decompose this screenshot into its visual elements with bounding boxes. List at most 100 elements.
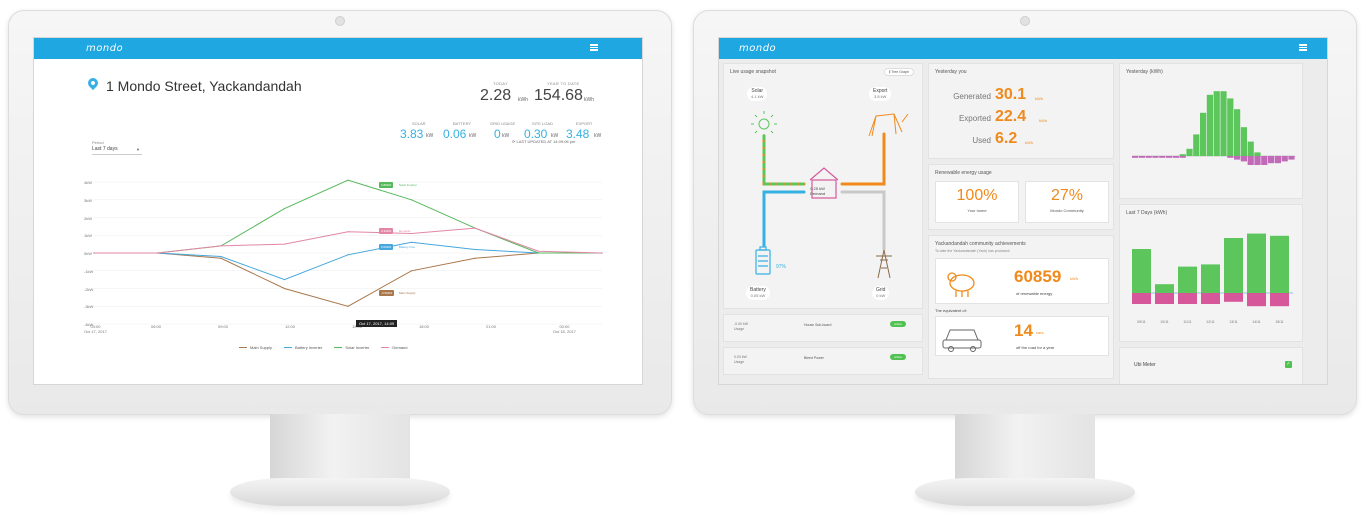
chevron-down-icon: ▼ xyxy=(136,147,140,152)
home-renewable-value: 100% xyxy=(956,187,998,204)
stat-unit: kW xyxy=(594,133,602,139)
bar xyxy=(1201,293,1220,304)
bar xyxy=(1247,156,1254,165)
energy-achievement-tile: 60859 kWh of renewable energy xyxy=(935,258,1109,304)
period-select[interactable]: Last 7 days ▼ xyxy=(92,146,142,155)
used-value: 6.2 xyxy=(995,130,1018,147)
grid-flow-line xyxy=(840,190,886,251)
mondo-logo[interactable]: mondo xyxy=(86,43,123,54)
bar xyxy=(1224,293,1243,302)
card-title: Renewable energy usage xyxy=(935,170,992,176)
bar xyxy=(1261,156,1268,165)
chart-series-tag-label: Battery Inve xyxy=(399,245,416,249)
bar xyxy=(1193,134,1200,156)
device-sub: Usage xyxy=(734,360,745,364)
chart-series-tag-label: Solar Inverter xyxy=(399,183,418,187)
chart-value-tag: 3.86kW xyxy=(379,182,394,188)
app-bar: mondo xyxy=(719,38,1327,59)
bar xyxy=(1247,233,1266,293)
data-point xyxy=(474,227,476,229)
data-point xyxy=(410,199,413,201)
x-tick-label: 10/11 xyxy=(1160,320,1169,324)
bar xyxy=(1138,156,1145,158)
bar xyxy=(1254,156,1261,165)
stat-value: 0.06 xyxy=(443,127,467,141)
bar xyxy=(1132,156,1139,158)
bar xyxy=(1200,112,1207,156)
mondo-logo[interactable]: mondo xyxy=(739,43,776,54)
monitor-base xyxy=(230,478,450,506)
stat-unit: kW xyxy=(502,133,510,139)
menu-icon[interactable] xyxy=(1299,44,1307,51)
achievements-subtitle: To date the Yackandandah (Yack) has prod… xyxy=(935,249,1011,253)
renewable-usage-card: Renewable energy usage 100% Your home 27… xyxy=(928,164,1114,230)
check-icon[interactable]: ✓ xyxy=(1285,361,1292,368)
legend-item-solar-inverter[interactable]: Solar Inverter xyxy=(334,345,369,350)
data-point xyxy=(347,254,349,256)
yesterday-bar-chart[interactable] xyxy=(1120,64,1304,200)
x-tick-label: 14/11 xyxy=(1252,320,1261,324)
ytd-value: 154.68 xyxy=(534,87,583,104)
bar xyxy=(1270,293,1289,307)
legend-item-main-supply[interactable]: Main Supply xyxy=(239,345,272,350)
bar xyxy=(1145,156,1152,158)
x-tick-label: 15/11 xyxy=(1275,320,1284,324)
bar xyxy=(1281,156,1288,162)
bar xyxy=(1234,156,1241,160)
data-point xyxy=(93,252,95,254)
bar xyxy=(1159,156,1166,158)
chart-value-tag: 0.00kW xyxy=(379,244,394,250)
stat-label: SOLAR xyxy=(412,121,426,126)
generated-label: Generated xyxy=(953,92,991,101)
bar xyxy=(1268,156,1275,164)
menu-icon[interactable] xyxy=(590,44,598,51)
data-point xyxy=(283,208,286,210)
legend-item-demand[interactable]: Demand xyxy=(381,345,408,350)
ubi-meter-card[interactable]: Ubi Meter ✓ xyxy=(1119,347,1303,384)
export-node-label: Export 3.8 kW xyxy=(869,87,892,101)
last-updated: ⟳ LAST UPDATED AT 14:09:06 pm xyxy=(512,139,576,144)
week-bar-chart[interactable]: 09/11 10/11 11/11 12/11 13/11 14/11 15/11 xyxy=(1120,205,1304,343)
device-name: Bleed Power xyxy=(804,356,824,360)
bar xyxy=(1224,238,1243,293)
data-point xyxy=(347,305,349,307)
bar xyxy=(1132,249,1151,293)
bar xyxy=(1240,127,1247,156)
left-screen: mondo 1 Mondo Street, Yackandandah TODAY… xyxy=(33,37,643,385)
ytd-label: YEAR TO DATE xyxy=(547,81,580,86)
bar xyxy=(1227,156,1234,158)
legend-item-battery-inverter[interactable]: Battery Inverter xyxy=(284,345,322,350)
data-point xyxy=(156,252,159,254)
bar xyxy=(1155,293,1174,304)
bar xyxy=(1179,156,1186,158)
today-label: TODAY xyxy=(493,81,508,86)
x-tick-label: 03:00 Oct 17, 2017 xyxy=(84,324,107,334)
device-name: House Sub-board xyxy=(804,323,832,327)
period-label: Period xyxy=(92,140,104,145)
data-point xyxy=(220,255,222,258)
demand-node-label: 0.25 kW Demand xyxy=(810,186,826,196)
chart-legend: Main Supply Battery Inverter Solar Inver… xyxy=(239,345,408,350)
right-screen: mondo Live usage snapshot ⫼ Tree Graph S… xyxy=(718,37,1328,385)
yesterday-chart-card: Yesterday (kWh) xyxy=(1119,63,1303,199)
ubi-meter-label: Ubi Meter xyxy=(1134,362,1156,368)
location-pin-icon xyxy=(85,75,101,91)
sun-icon xyxy=(751,111,777,137)
battery-icon xyxy=(755,246,771,275)
live-snapshot-card: Live usage snapshot ⫼ Tree Graph Solar 4… xyxy=(723,63,923,309)
today-unit: kWh xyxy=(518,97,528,103)
stat-unit: kW xyxy=(426,133,434,139)
left-monitor: mondo 1 Mondo Street, Yackandandah TODAY… xyxy=(8,10,672,415)
bar xyxy=(1152,156,1159,158)
x-tick-label: 09/11 xyxy=(1137,320,1146,324)
bar xyxy=(1155,284,1174,293)
bar xyxy=(1270,235,1289,293)
camera xyxy=(1020,16,1030,26)
grid-node-label: Grid 0 kW xyxy=(872,286,890,300)
home-renewable-label: Your home xyxy=(967,208,987,213)
device-row[interactable]: -0.00 kW Usage House Sub-board online xyxy=(723,314,923,342)
home-renewable-tile: 100% Your home xyxy=(935,181,1019,223)
power-line-chart[interactable] xyxy=(74,178,604,328)
app-bar: mondo xyxy=(34,38,642,59)
device-row[interactable]: 0.00 kW Usage Bleed Power online xyxy=(723,347,923,375)
